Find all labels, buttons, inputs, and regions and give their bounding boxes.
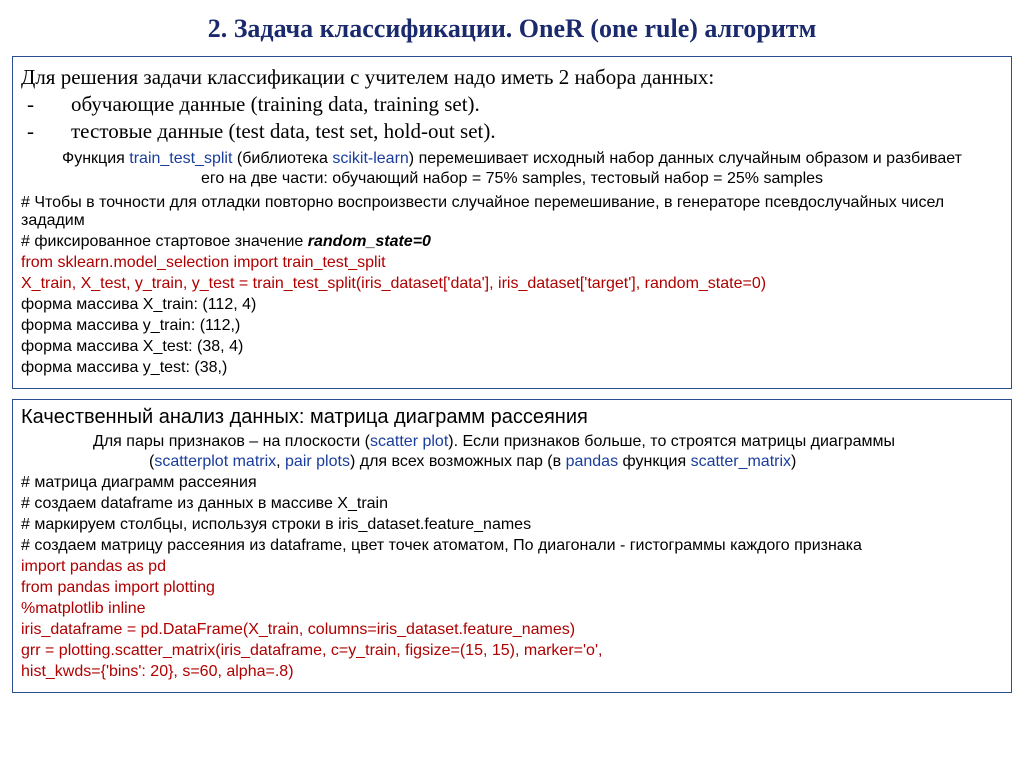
- bullet-test-text: тестовые данные (test data, test set, ho…: [71, 119, 496, 143]
- link-scatter-matrix-fn[interactable]: scatter_matrix: [691, 453, 791, 470]
- split-note-line2: его на две части: обучающий набор = 75% …: [21, 170, 1003, 188]
- intro-text: Для решения задачи классификации с учите…: [21, 65, 1003, 90]
- comment2-pre: # фиксированное стартовое значение: [21, 233, 308, 250]
- code-scatter-matrix-kwargs: hist_kwds={'bins': 20}, s=60, alpha=.8): [21, 663, 1003, 681]
- link-scikit-learn[interactable]: scikit-learn: [332, 150, 408, 167]
- shape-y-train: форма массива y_train: (112,): [21, 317, 1003, 335]
- code-scatter-matrix-call: grr = plotting.scatter_matrix(iris_dataf…: [21, 642, 1003, 660]
- panel2-heading: Качественный анализ данных: матрица диаг…: [21, 406, 1003, 429]
- code-import-pd: import pandas as pd: [21, 558, 1003, 576]
- code-call-split: X_train, X_test, y_train, y_test = train…: [21, 275, 1003, 293]
- link-train-test-split[interactable]: train_test_split: [129, 150, 232, 167]
- note-pre: Функция: [62, 150, 129, 167]
- link-pandas[interactable]: pandas: [566, 453, 619, 470]
- comment-random-state: # фиксированное стартовое значение rando…: [21, 233, 1003, 251]
- scatter-sub2: (scatterplot matrix, pair plots) для все…: [149, 453, 1003, 471]
- sub2-mid2: функция: [618, 453, 690, 470]
- scatter-sub1: Для пары признаков – на плоскости (scatt…: [93, 433, 1003, 451]
- link-scatter-plot[interactable]: scatter plot: [370, 433, 448, 450]
- code-matplotlib-inline: %matplotlib inline: [21, 600, 1003, 618]
- comment-create-matrix: # создаем матрицу рассеяния из dataframe…: [21, 537, 1003, 555]
- sub2-sep: ,: [276, 453, 285, 470]
- panel-scatter: Качественный анализ данных: матрица диаг…: [12, 399, 1012, 693]
- sub2-mid: ) для всех возможных пар (в: [350, 453, 566, 470]
- sub1-post: ). Если признаков больше, то строятся ма…: [448, 433, 895, 450]
- page-title: 2. Задача классификации. OneR (one rule)…: [12, 14, 1012, 44]
- link-pair-plots[interactable]: pair plots: [285, 453, 350, 470]
- note-mid1: (библиотека: [232, 150, 332, 167]
- random-state-literal: random_state=0: [308, 233, 431, 250]
- shape-y-test: форма массива y_test: (38,): [21, 359, 1003, 377]
- bullet-training: -обучающие данные (training data, traini…: [21, 92, 1003, 117]
- sub1-pre: Для пары признаков – на плоскости (: [93, 433, 370, 450]
- comment-dataframe: # создаем dataframe из данных в массиве …: [21, 495, 1003, 513]
- comment-reproduce: # Чтобы в точности для отладки повторно …: [21, 194, 1003, 230]
- bullet-test: -тестовые данные (test data, test set, h…: [21, 119, 1003, 144]
- note-post1: ) перемешивает исходный набор данных слу…: [409, 150, 962, 167]
- split-note-line1: Функция train_test_split (библиотека sci…: [21, 150, 1003, 168]
- shape-x-test: форма массива X_test: (38, 4): [21, 338, 1003, 356]
- shape-x-train: форма массива X_train: (112, 4): [21, 296, 1003, 314]
- code-import-plotting: from pandas import plotting: [21, 579, 1003, 597]
- bullet-training-text: обучающие данные (training data, trainin…: [71, 92, 480, 116]
- sub2-post: ): [791, 453, 796, 470]
- code-import-split: from sklearn.model_selection import trai…: [21, 254, 1003, 272]
- code-iris-dataframe: iris_dataframe = pd.DataFrame(X_train, c…: [21, 621, 1003, 639]
- comment-matrix: # матрица диаграмм рассеяния: [21, 474, 1003, 492]
- comment-columns: # маркируем столбцы, используя строки в …: [21, 516, 1003, 534]
- panel-datasets: Для решения задачи классификации с учите…: [12, 56, 1012, 389]
- link-scatterplot-matrix[interactable]: scatterplot matrix: [154, 453, 276, 470]
